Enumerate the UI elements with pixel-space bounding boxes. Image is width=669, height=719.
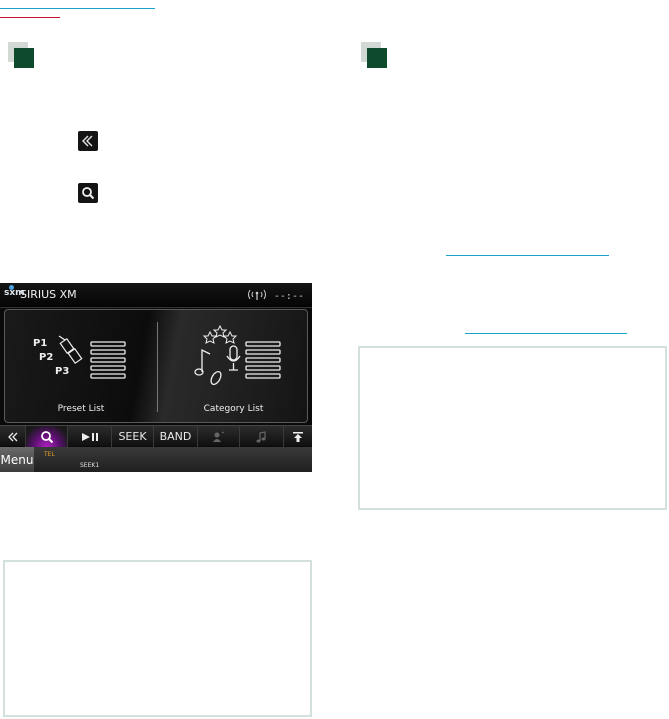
double-chevron-left-icon: [7, 432, 17, 441]
song-alert-icon: [256, 430, 266, 442]
preset-list-button[interactable]: P1 P2 P3 Preset List: [5, 310, 157, 422]
preset-label-1: P1: [33, 338, 47, 349]
list-selection-panel: P1 P2 P3 Preset List Category List: [4, 309, 308, 423]
screen-title: SIRIUS XM: [20, 288, 77, 301]
category-list-icon: [194, 324, 281, 386]
toolbar-upload-button[interactable]: [284, 426, 312, 447]
toolbar-seek-button[interactable]: SEEK: [112, 426, 154, 447]
reference-link-2[interactable]: [465, 333, 627, 334]
step-marker-left: [8, 42, 34, 68]
step-marker-right: [361, 42, 387, 68]
sirius-xm-screen: sxm SIRIUS XM --:-- P1 P2 P3 Preset List…: [0, 283, 312, 472]
screen-header: sxm SIRIUS XM --:--: [0, 283, 312, 308]
preset-label-3: P3: [55, 366, 69, 377]
control-toolbar: SEEK BAND: [0, 425, 312, 447]
back-icon-button: [78, 131, 98, 151]
category-list-label: Category List: [203, 404, 264, 414]
preset-label-2: P2: [39, 352, 53, 363]
header-link-underline: [0, 8, 155, 9]
note-box-right: [358, 346, 667, 510]
screen-bottom-bar: Menu TEL SEEK1: [0, 447, 312, 472]
search-icon-button: [78, 183, 98, 203]
menu-button[interactable]: Menu: [0, 447, 34, 472]
toolbar-back-button[interactable]: [0, 426, 26, 447]
reference-link-1[interactable]: [446, 255, 609, 256]
preset-list-icon: P1 P2 P3: [33, 335, 126, 379]
toolbar-artist-alert-button[interactable]: [198, 426, 240, 447]
toolbar-song-alert-button[interactable]: [240, 426, 284, 447]
category-list-button[interactable]: Category List: [158, 310, 307, 422]
toolbar-band-button[interactable]: BAND: [154, 426, 198, 447]
header-red-rule: [0, 17, 60, 18]
search-icon: [82, 187, 95, 200]
play-pause-icon: [81, 432, 98, 441]
upload-icon: [293, 431, 303, 442]
toolbar-search-button[interactable]: [26, 426, 68, 447]
preset-list-label: Preset List: [57, 404, 105, 414]
antenna-signal-icon: [247, 289, 266, 300]
note-box-left: [3, 560, 312, 717]
seek-status: SEEK1: [80, 462, 100, 469]
tel-indicator: TEL: [44, 451, 55, 458]
double-chevron-left-icon: [82, 135, 93, 147]
toolbar-play-pause-button[interactable]: [68, 426, 112, 447]
search-icon: [40, 430, 53, 443]
signal-status: --:--: [246, 289, 304, 302]
artist-alert-icon: [212, 431, 224, 442]
